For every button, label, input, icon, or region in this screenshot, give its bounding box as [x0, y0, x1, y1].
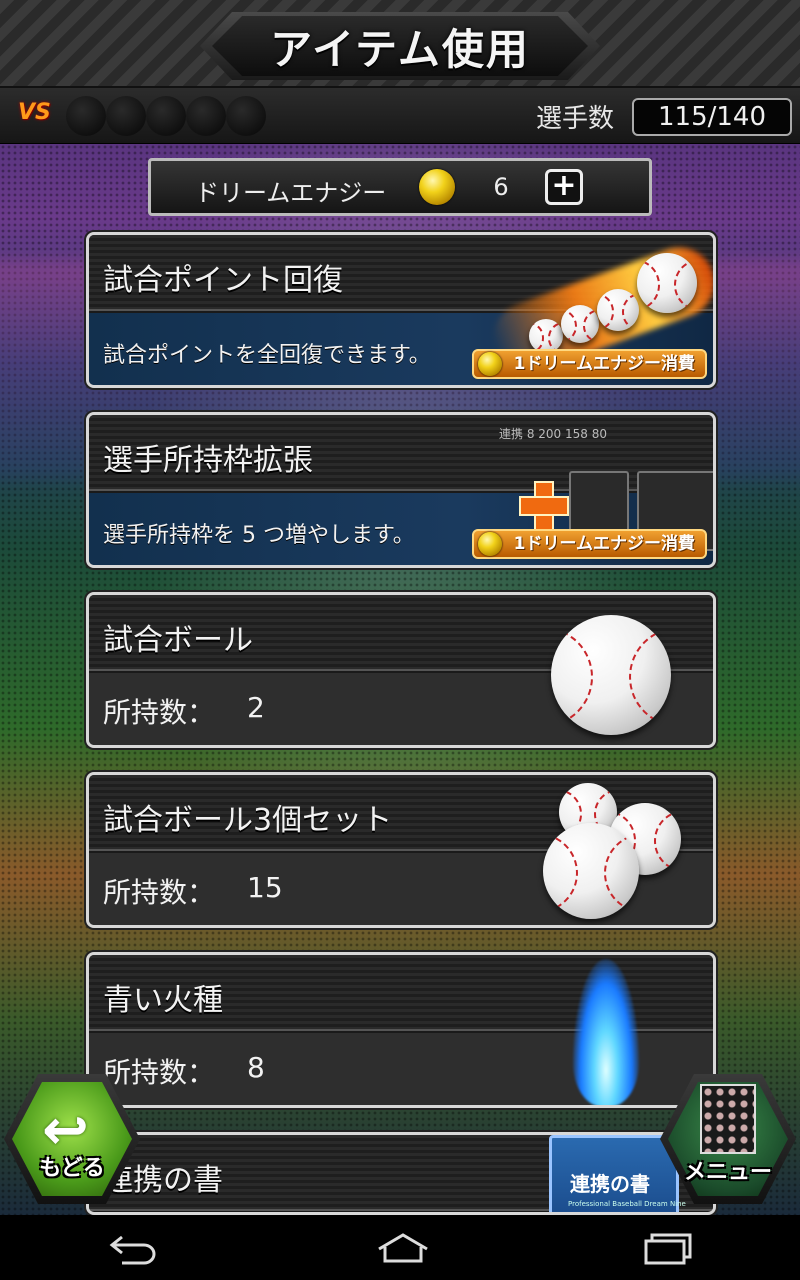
title-plate-inner: アイテム使用: [212, 16, 588, 76]
count-value: 8: [247, 1051, 265, 1084]
back-icon: [109, 1235, 156, 1264]
back-button-label: もどる: [39, 1156, 105, 1181]
baseball-icon: [543, 823, 639, 919]
count-value: 15: [247, 871, 283, 904]
book-title: 連携の書: [570, 1172, 650, 1196]
cost-label: 1ドリームエナジー消費: [513, 354, 695, 374]
item-title: 試合ボール3個セット: [103, 803, 393, 838]
item-card-match-ball[interactable]: 試合ボール 所持数： 2: [86, 592, 716, 748]
count-label: 所持数：: [103, 1056, 216, 1089]
vs-dot: [106, 96, 146, 136]
vs-dot: [186, 96, 226, 136]
item-card-expand-roster[interactable]: 選手所持枠拡張 選手所持枠を 5 つ増やします。 連携 8 200 158 80…: [86, 412, 716, 568]
recent-apps-icon: [644, 1233, 692, 1264]
page-title: アイテム使用: [270, 24, 530, 74]
cost-badge: 1ドリームエナジー消費: [471, 529, 707, 559]
baseball-icon: [529, 319, 563, 353]
baseball-icon: [551, 615, 671, 735]
orange-plus-icon: [519, 481, 569, 531]
item-card-link-book[interactable]: 連携の書 連携の書 Professional Baseball Dream Ni…: [86, 1132, 716, 1215]
baseball-icon: [637, 253, 697, 313]
item-description: 試合ポイントを全回復できます。: [103, 343, 431, 368]
count-label: 所持数：: [103, 696, 216, 729]
count-label: 所持数：: [103, 876, 216, 909]
dream-energy-value: 6: [493, 173, 509, 201]
vs-label: VS: [18, 100, 51, 125]
dream-energy-bar: ドリームエナジー 6 +: [148, 158, 652, 216]
count-value: 2: [247, 691, 265, 724]
cost-label: 1ドリームエナジー消費: [513, 534, 695, 554]
cost-badge: 1ドリームエナジー消費: [471, 349, 707, 379]
dream-energy-label: ドリームエナジー: [195, 179, 387, 207]
item-title: 試合ボール: [103, 623, 253, 658]
nav-recent-apps-button[interactable]: [622, 1223, 712, 1273]
home-icon: [378, 1232, 428, 1262]
nav-back-button[interactable]: [88, 1223, 178, 1273]
coin-icon: [419, 169, 455, 205]
system-nav-bar: [0, 1215, 800, 1280]
item-title: 試合ポイント回復: [103, 263, 343, 298]
baseball-icon: [561, 305, 599, 343]
baseball-icon: [597, 289, 639, 331]
item-title: 選手所持枠拡張: [103, 443, 313, 478]
item-card-recover-points[interactable]: 試合ポイント回復 試合ポイントを全回復できます。 1ドリームエナジー消費: [86, 232, 716, 388]
item-description: 選手所持枠を 5 つ増やします。: [103, 523, 415, 548]
nav-home-button[interactable]: [355, 1223, 445, 1273]
book-subtitle: Professional Baseball Dream Nine: [568, 1200, 686, 1208]
vs-dot: [226, 96, 266, 136]
menu-thumbnail-icon: [700, 1084, 756, 1154]
item-card-match-ball-3-set[interactable]: 試合ボール3個セット 所持数： 15: [86, 772, 716, 928]
slot-stats-text: 連携 8 200 158 80: [499, 427, 607, 441]
item-card-blue-flame[interactable]: 青い火種 所持数： 8: [86, 952, 716, 1108]
book-icon: 連携の書 Professional Baseball Dream Nine: [549, 1135, 686, 1212]
status-bar: VS 選手数 115/140: [0, 88, 800, 144]
vs-indicator: [66, 96, 266, 136]
title-bar: アイテム使用: [0, 0, 800, 88]
player-count-label: 選手数: [536, 104, 615, 134]
add-energy-button[interactable]: +: [545, 169, 583, 205]
vs-dot: [66, 96, 106, 136]
vs-dot: [146, 96, 186, 136]
item-title: 青い火種: [103, 983, 223, 1018]
coin-icon: [477, 352, 502, 376]
player-count-value: 115/140: [632, 98, 792, 136]
coin-icon: [477, 532, 502, 556]
